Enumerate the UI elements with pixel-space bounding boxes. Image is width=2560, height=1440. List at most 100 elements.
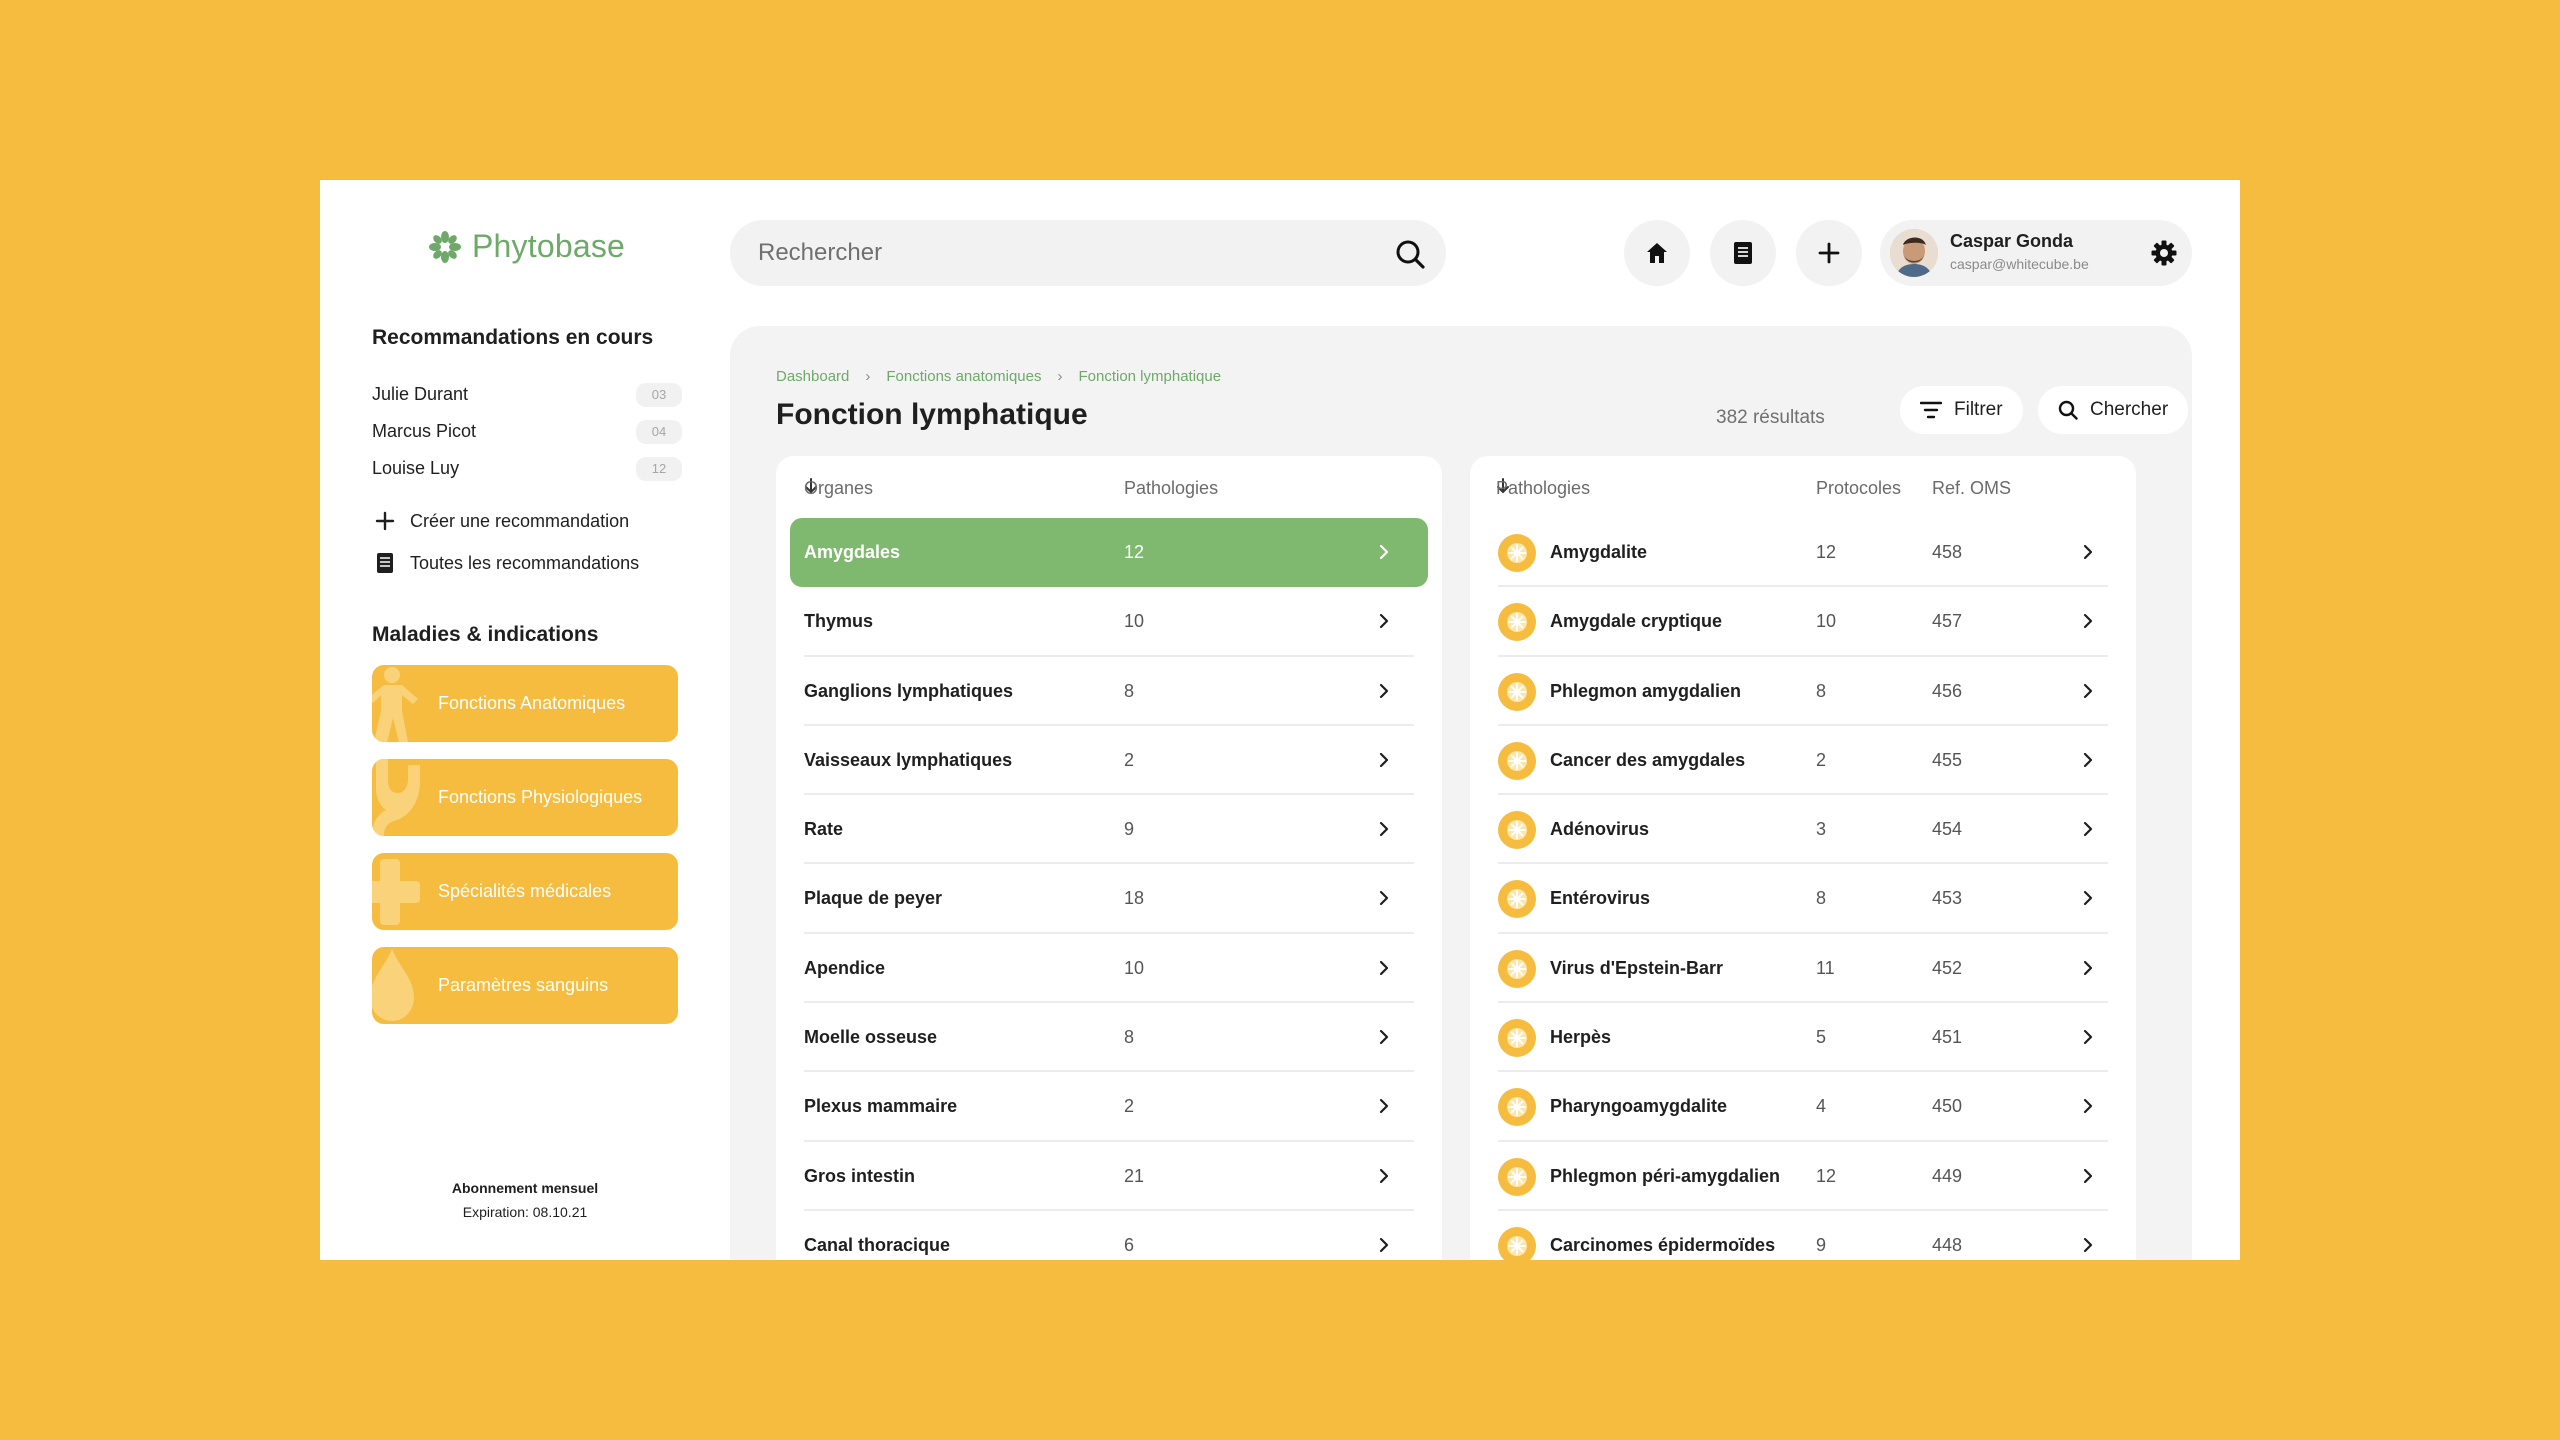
table-row[interactable]: Phlegmon péri-amygdalien 12 449 <box>1470 1142 2136 1212</box>
diseases-title: Maladies & indications <box>372 623 599 646</box>
category-list: Fonctions Anatomiques Fonctions Physiolo… <box>372 665 678 1041</box>
subscription-expiration: Expiration: 08.10.21 <box>462 1204 588 1220</box>
home-button[interactable] <box>1624 220 1690 286</box>
table-row[interactable]: Plaque de peyer 18 <box>776 864 1442 935</box>
breadcrumb-item-anatomical-functions[interactable]: Fonctions anatomiques <box>886 368 1041 385</box>
table-row[interactable]: Herpès 5 451 <box>1470 1003 2136 1073</box>
avatar[interactable] <box>1890 229 1938 277</box>
table-row[interactable]: Rate 9 <box>776 795 1442 865</box>
category-label: Fonctions Anatomiques <box>438 693 626 713</box>
table-row[interactable]: Vaisseaux lymphatiques 2 <box>776 726 1442 796</box>
ref-oms-header: Ref. OMS <box>1932 478 2012 498</box>
ref-oms: 448 <box>1932 1234 1963 1255</box>
pathology-count: 10 <box>1124 957 1145 978</box>
category-physiological-button[interactable]: Fonctions Physiologiques <box>372 759 678 836</box>
recommendation-count-badge: 03 <box>636 382 682 407</box>
category-medical-specialties-button[interactable]: Spécialités médicales <box>372 853 678 930</box>
chevron-right-icon <box>1376 890 1392 906</box>
table-row[interactable]: Amygdalite 12 458 <box>1470 518 2136 588</box>
filter-button[interactable]: Filtrer <box>1900 386 2023 434</box>
search-input[interactable] <box>758 220 1358 286</box>
category-anatomical-button[interactable]: Fonctions Anatomiques <box>372 665 678 742</box>
library-button[interactable] <box>1710 220 1776 286</box>
chevron-right-icon <box>2080 1237 2096 1253</box>
breadcrumb: Dashboard › Fonctions anatomiques › Fonc… <box>776 368 1221 385</box>
pathology-badge-icon <box>1498 672 1536 711</box>
pathology-name: Phlegmon amygdalien <box>1550 680 1742 701</box>
gear-icon[interactable] <box>2150 239 2178 267</box>
pathology-badge-icon <box>1498 949 1536 988</box>
pathology-name: Virus d'Epstein-Barr <box>1550 957 1723 978</box>
breadcrumb-item-dashboard[interactable]: Dashboard <box>776 368 849 385</box>
recommendation-item[interactable]: Louise Luy 12 <box>372 450 682 487</box>
protocol-count: 4 <box>1816 1096 1827 1117</box>
chevron-right-icon <box>1376 683 1392 699</box>
protocol-count: 3 <box>1816 819 1827 840</box>
recommendation-item[interactable]: Marcus Picot 04 <box>372 413 682 450</box>
table-row[interactable]: Phlegmon amygdalien 8 456 <box>1470 657 2136 727</box>
ref-oms: 452 <box>1932 957 1963 978</box>
organ-name: Gros intestin <box>804 1165 916 1186</box>
table-row[interactable]: Canal thoracique 6 <box>776 1211 1442 1260</box>
chevron-right-icon <box>1376 1168 1392 1184</box>
table-row[interactable]: Thymus 10 <box>776 587 1442 657</box>
table-row[interactable]: Moelle osseuse 8 <box>776 1003 1442 1073</box>
category-label: Spécialités médicales <box>438 881 612 901</box>
recommendation-name: Julie Durant <box>372 384 469 404</box>
protocol-count: 9 <box>1816 1234 1827 1255</box>
pathologies-column-header[interactable]: Pathologies <box>1496 478 1590 498</box>
user-menu[interactable]: Caspar Gonda caspar@whitecube.be <box>1880 220 2192 286</box>
pathology-name: Adénovirus <box>1550 819 1650 840</box>
results-count: 382 résultats <box>1716 407 1825 428</box>
table-row[interactable]: Apendice 10 <box>776 934 1442 1004</box>
app-window: Phytobase Recommandations en cours Julie… <box>320 180 2240 1260</box>
chevron-right-icon <box>1376 613 1392 629</box>
table-row[interactable]: Adénovirus 3 454 <box>1470 795 2136 865</box>
organ-name: Apendice <box>804 957 886 978</box>
search-icon <box>2058 400 2078 420</box>
pathology-count: 10 <box>1124 611 1145 632</box>
chevron-right-icon <box>1376 752 1392 768</box>
protocol-count: 12 <box>1816 542 1837 562</box>
table-row[interactable]: Amygdale cryptique 10 457 <box>1470 587 2136 657</box>
pathology-count: 21 <box>1124 1165 1145 1186</box>
table-row[interactable]: Cancer des amygdales 2 455 <box>1470 726 2136 796</box>
table-row[interactable]: Amygdales 12 <box>776 518 1442 588</box>
book-icon <box>1734 242 1752 264</box>
search-icon[interactable] <box>1394 238 1426 270</box>
chevron-right-icon: › <box>1057 368 1063 385</box>
chevron-right-icon <box>1376 1029 1392 1045</box>
pathology-badge-icon <box>1498 1157 1536 1196</box>
search-button[interactable]: Chercher <box>2038 386 2189 434</box>
chevron-right-icon <box>2080 752 2096 768</box>
chevron-right-icon <box>1376 1237 1392 1253</box>
pathology-name: Carcinomes épidermoïdes <box>1550 1234 1776 1255</box>
organ-name: Vaisseaux lymphatiques <box>804 749 1013 770</box>
organ-name: Thymus <box>804 611 874 632</box>
organs-header-label: Organes <box>804 478 874 498</box>
table-row[interactable]: Pharyngoamygdalite 4 450 <box>1470 1072 2136 1142</box>
create-recommendation-link[interactable]: Créer une recommandation <box>374 500 639 542</box>
table-row[interactable]: Carcinomes épidermoïdes 9 448 <box>1470 1211 2136 1260</box>
pathology-name: Phlegmon péri-amygdalien <box>1550 1165 1781 1186</box>
brand-logo[interactable]: Phytobase <box>428 228 625 265</box>
add-button[interactable] <box>1796 220 1862 286</box>
table-row[interactable]: Plexus mammaire 2 <box>776 1072 1442 1142</box>
main-panel: Dashboard › Fonctions anatomiques › Fonc… <box>730 326 2192 1260</box>
table-row[interactable]: Entérovirus 8 453 <box>1470 864 2136 935</box>
ref-oms: 456 <box>1932 680 1963 701</box>
recommendations-list: Julie Durant 03 Marcus Picot 04 Louise L… <box>372 376 682 487</box>
table-row[interactable]: Gros intestin 21 <box>776 1142 1442 1212</box>
table-row[interactable]: Virus d'Epstein-Barr 11 452 <box>1470 934 2136 1004</box>
home-icon <box>1647 243 1667 263</box>
pathology-badge-icon <box>1498 1088 1536 1127</box>
table-row[interactable]: Ganglions lymphatiques 8 <box>776 657 1442 727</box>
pathology-name: Amygdale cryptique <box>1550 611 1723 632</box>
organs-column-header[interactable]: Organes <box>804 478 873 498</box>
leaf-cluster-icon <box>429 230 461 263</box>
all-recommendations-link[interactable]: Toutes les recommandations <box>374 542 639 584</box>
blood-drop-icon <box>372 949 414 1021</box>
chevron-right-icon <box>1376 821 1392 837</box>
recommendation-item[interactable]: Julie Durant 03 <box>372 376 682 413</box>
category-blood-parameters-button[interactable]: Paramètres sanguins <box>372 947 678 1024</box>
